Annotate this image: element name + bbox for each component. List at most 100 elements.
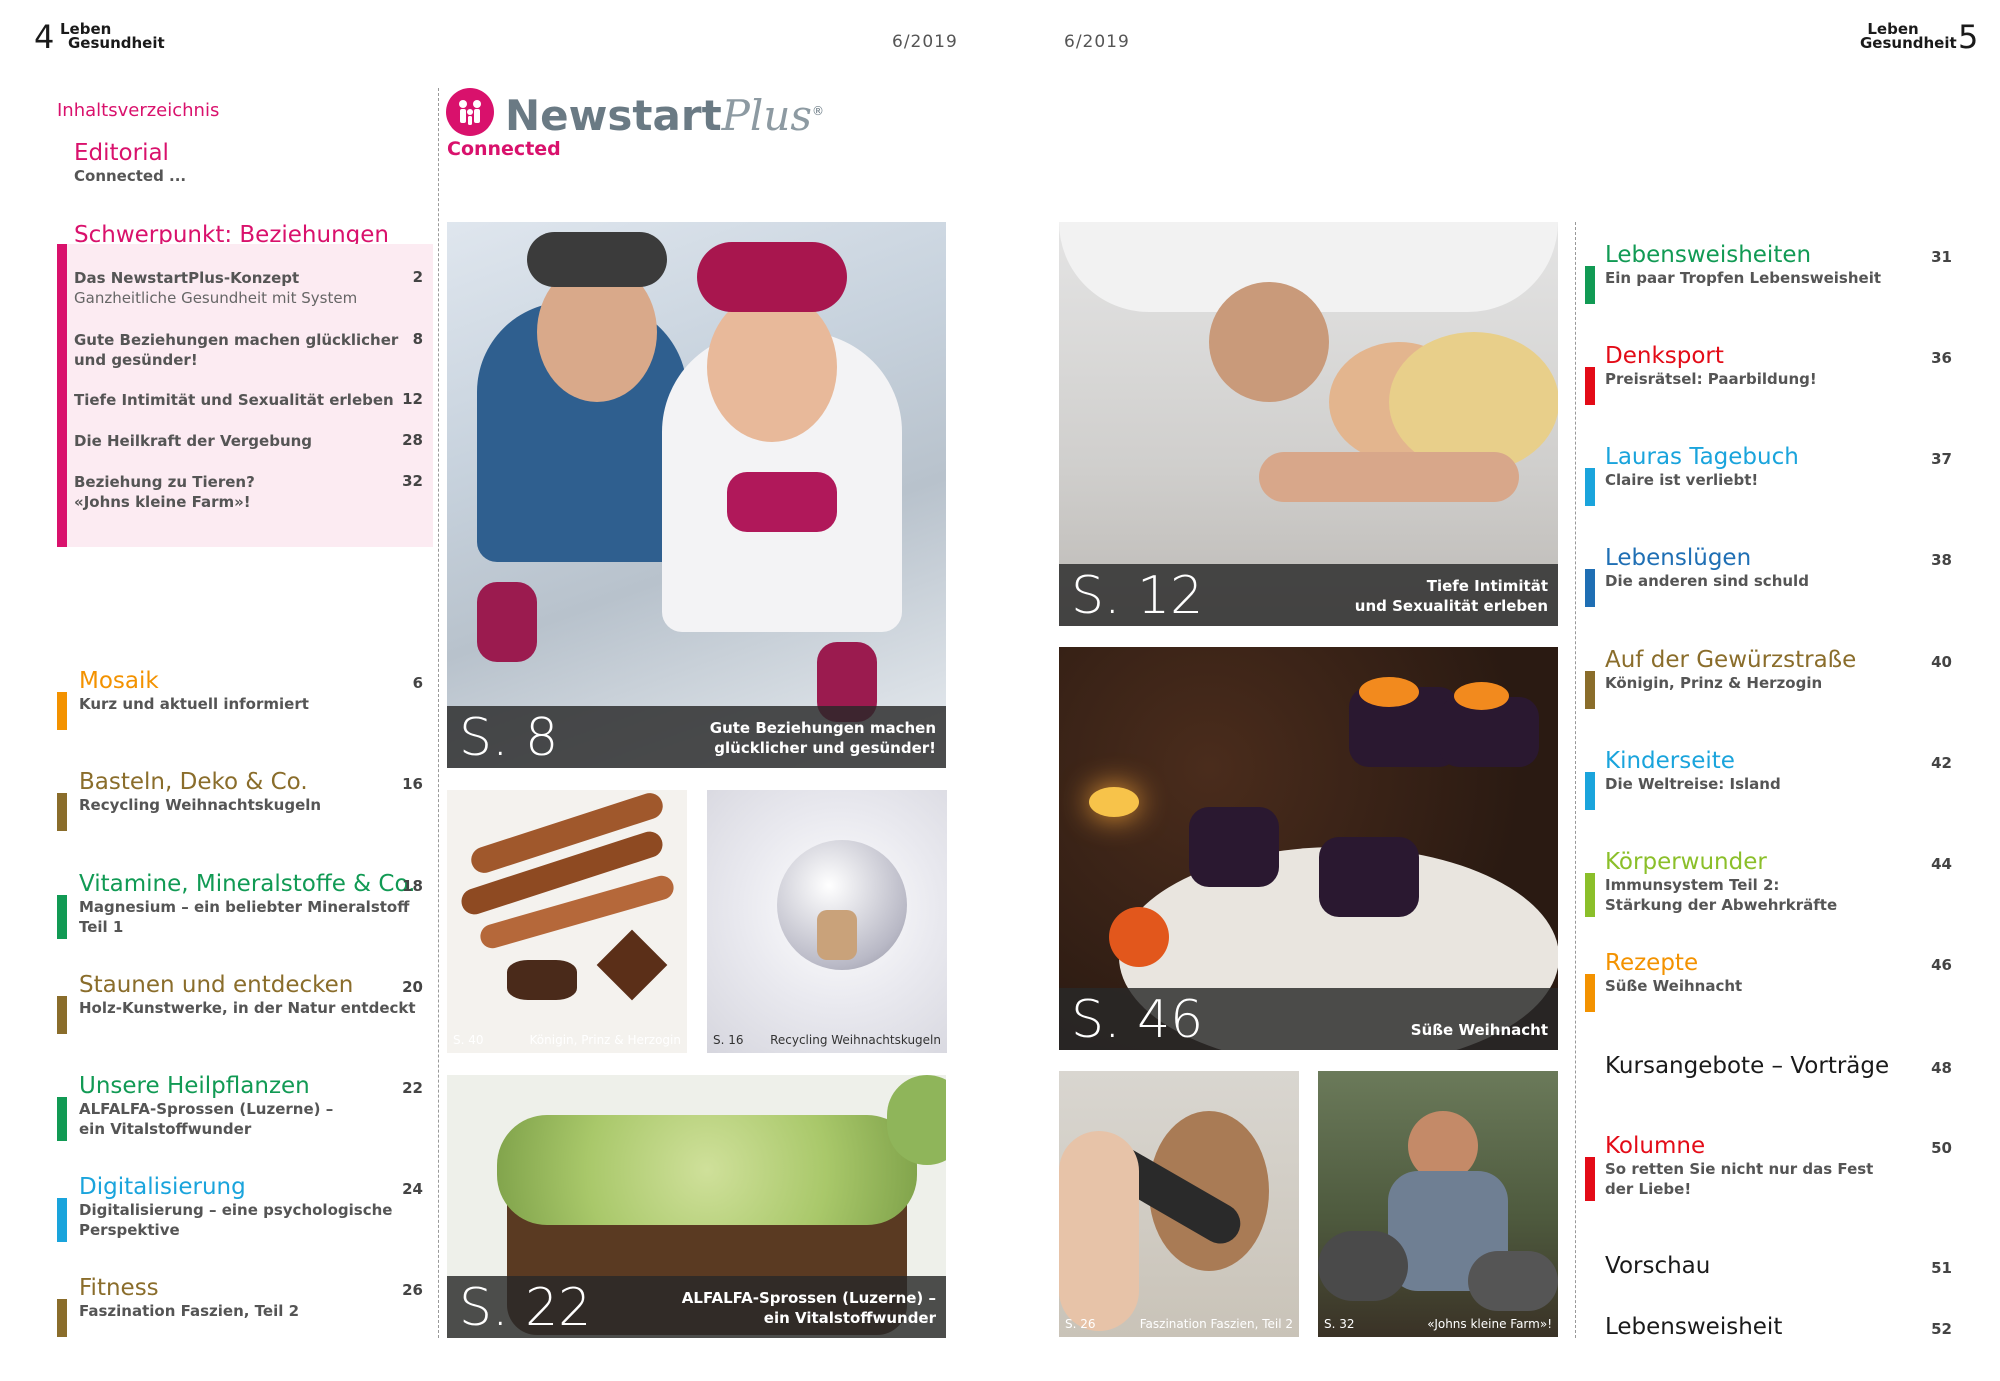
section-page-number: 18 (402, 877, 423, 895)
section-title: Lebenslügen (1605, 545, 1752, 571)
caption-line2: glücklicher und gesünder! (714, 739, 936, 757)
section-page-number: 20 (402, 978, 423, 996)
section-subtitle: Immunsystem Teil 2: (1605, 876, 1780, 894)
photo-farm: S. 32 «Johns kleine Farm»! (1318, 1071, 1558, 1337)
section-subtitle: Faszination Faszien, Teil 2 (79, 1302, 300, 1320)
photo-fascia-caption: Faszination Faszien, Teil 2 (1139, 1317, 1293, 1331)
focus-item-4-page: 28 (402, 431, 423, 449)
logo-line2: Gesundheit (1860, 34, 1957, 52)
section-title: Lebensweisheit (1605, 1314, 1783, 1340)
focus-bar (57, 244, 67, 547)
section-subtitle: Claire ist verliebt! (1605, 471, 1759, 489)
section-subtitle: Süße Weihnacht (1605, 977, 1743, 995)
section-page-number: 52 (1931, 1320, 1952, 1338)
section-page-number: 46 (1931, 956, 1952, 974)
section-title: Kursangebote – Vorträge (1605, 1053, 1890, 1079)
section-page-number: 40 (1931, 653, 1952, 671)
logo-line2: Gesundheit (68, 34, 165, 52)
section-title: Vorschau (1605, 1253, 1711, 1279)
photo-fascia: S. 26 Faszination Faszien, Teil 2 (1059, 1071, 1299, 1337)
section-subtitle: Die anderen sind schuld (1605, 572, 1809, 590)
section-title: Mosaik (79, 668, 159, 694)
photo-desserts: S. 46 Süße Weihnacht (1059, 647, 1558, 1050)
toc-heading: Inhaltsverzeichnis (57, 100, 220, 121)
section-color-bar (1585, 772, 1595, 810)
section-subtitle-2: Teil 1 (79, 918, 124, 936)
section-title: Lebensweisheiten (1605, 242, 1812, 268)
focus-item-1-page: 2 (412, 268, 423, 286)
section-subtitle-2: ein Vitalstoffwunder (79, 1120, 252, 1138)
photo-farm-page: S. 32 (1324, 1317, 1355, 1331)
magazine-logo-left: Leben Gesundheit (60, 22, 165, 52)
section-subtitle: So retten Sie nicht nur das Fest (1605, 1160, 1874, 1178)
section-page-number: 36 (1931, 349, 1952, 367)
photo-couple-bed-caption: Tiefe Intimität und Sexualität erleben (1355, 576, 1548, 616)
photo-spices-caption: Königin, Prinz & Herzogin (529, 1033, 681, 1047)
photo-couple-bed: S. 12 Tiefe Intimität und Sexualität erle… (1059, 222, 1558, 626)
photo-couple-ski-page: S. 8 (459, 708, 559, 768)
photo-desserts-caption: Süße Weihnacht (1411, 1020, 1548, 1040)
brand-registered: ® (811, 104, 824, 118)
photo-alfalfa: S. 22 ALFALFA-Sprossen (Luzerne) – ein Vi… (447, 1075, 946, 1338)
section-page-number: 48 (1931, 1059, 1952, 1077)
section-color-bar (1585, 367, 1595, 405)
focus-item-2-page: 8 (412, 330, 423, 348)
focus-item-1-title: Das NewstartPlus-Konzept (74, 269, 300, 287)
section-color-bar (57, 1198, 67, 1242)
section-color-bar (57, 996, 67, 1034)
section-subtitle-2: Stärkung der Abwehrkräfte (1605, 896, 1838, 914)
photo-ornament-caption: Recycling Weihnachtskugeln (770, 1033, 941, 1047)
left-page-number: 4 (34, 18, 55, 56)
section-title: Körperwunder (1605, 849, 1767, 875)
photo-spices: S. 40 Königin, Prinz & Herzogin (447, 790, 687, 1053)
section-subtitle: Kurz und aktuell informiert (79, 695, 309, 713)
section-title: Kinderseite (1605, 748, 1735, 774)
photo-ornament-page: S. 16 (713, 1033, 744, 1047)
section-page-number: 31 (1931, 248, 1952, 266)
section-subtitle-2: der Liebe! (1605, 1180, 1692, 1198)
section-page-number: 37 (1931, 450, 1952, 468)
section-title: Staunen und entdecken (79, 972, 354, 998)
brand-name-main: Newstart (505, 91, 722, 140)
issue-left: 6/2019 (892, 32, 958, 52)
section-color-bar (1585, 873, 1595, 917)
section-color-bar (57, 895, 67, 939)
photo-spices-page: S. 40 (453, 1033, 484, 1047)
section-page-number: 38 (1931, 551, 1952, 569)
divider-right (1575, 222, 1576, 1338)
right-page-number: 5 (1958, 18, 1979, 56)
section-page-number: 16 (402, 775, 423, 793)
section-color-bar (57, 1097, 67, 1141)
caption-line1: Süße Weihnacht (1410, 1021, 1548, 1039)
focus-item-5-title: Beziehung zu Tieren? (74, 473, 255, 491)
caption-line1: Gute Beziehungen machen (709, 719, 936, 737)
section-page-number: 42 (1931, 754, 1952, 772)
section-subtitle: Die Weltreise: Island (1605, 775, 1781, 793)
section-page-number: 6 (412, 674, 423, 692)
photo-alfalfa-page: S. 22 (459, 1278, 592, 1338)
focus-item-2-title2: und gesünder! (74, 351, 198, 369)
editorial-title: Editorial (74, 140, 169, 166)
section-page-number: 50 (1931, 1139, 1952, 1157)
caption-line1: Tiefe Intimität (1426, 577, 1548, 595)
brand-name: NewstartPlus® (505, 86, 824, 141)
section-subtitle: Königin, Prinz & Herzogin (1605, 674, 1823, 692)
photo-couple-ski-caption: Gute Beziehungen machen glücklicher und g… (710, 718, 936, 758)
photo-ornament: S. 16 Recycling Weihnachtskugeln (707, 790, 947, 1053)
section-subtitle: Ein paar Tropfen Lebensweisheit (1605, 269, 1882, 287)
section-subtitle: ALFALFA-Sprossen (Luzerne) – (79, 1100, 334, 1118)
photo-couple-ski: S. 8 Gute Beziehungen machen glücklicher … (447, 222, 946, 768)
section-color-bar (1585, 974, 1595, 1012)
section-color-bar (1585, 266, 1595, 304)
section-title: Digitalisierung (79, 1174, 246, 1200)
section-color-bar (1585, 1157, 1595, 1201)
section-title: Auf der Gewürzstraße (1605, 647, 1857, 673)
photo-couple-bed-page: S. 12 (1071, 566, 1204, 626)
focus-item-3-title: Tiefe Intimität und Sexualität erleben (74, 391, 394, 409)
editorial-subtitle: Connected ... (74, 167, 187, 185)
focus-item-3-page: 12 (402, 390, 423, 408)
brand-tagline: Connected (447, 138, 561, 160)
focus-item-5-page: 32 (402, 472, 423, 490)
section-page-number: 24 (402, 1180, 423, 1198)
photo-alfalfa-caption: ALFALFA-Sprossen (Luzerne) – ein Vitalsto… (682, 1288, 936, 1328)
